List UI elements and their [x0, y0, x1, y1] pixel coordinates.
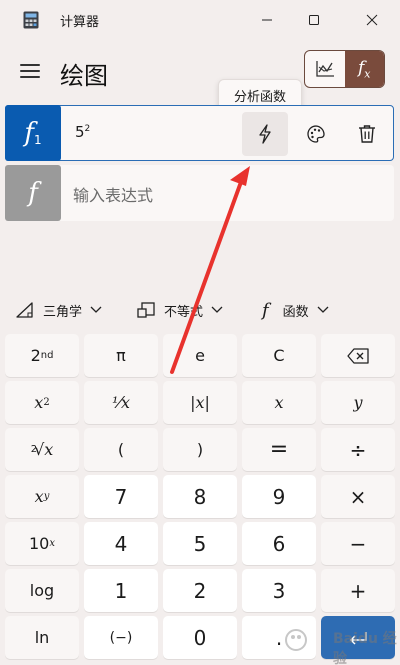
function-badge-1[interactable]: f1 — [5, 105, 61, 161]
function-row-2[interactable]: f 输入表达式 — [5, 165, 394, 221]
second-key[interactable]: 2nd — [5, 334, 79, 377]
digit-9-key[interactable]: 9 — [242, 475, 316, 518]
pi-key[interactable]: π — [84, 334, 158, 377]
trigonometry-dropdown[interactable]: 三角学 — [15, 297, 102, 323]
inequality-dropdown[interactable]: 不等式 — [136, 297, 223, 323]
square-root-key[interactable]: 2 √x — [5, 428, 79, 471]
left-paren-key[interactable]: ( — [84, 428, 158, 471]
triangle-ruler-icon — [16, 302, 33, 318]
calculator-icon — [23, 11, 39, 29]
chevron-down-icon — [211, 306, 223, 313]
negate-key[interactable]: (−) — [84, 616, 158, 659]
digit-2-key[interactable]: 2 — [163, 569, 237, 612]
digit-8-key[interactable]: 8 — [163, 475, 237, 518]
digit-7-key[interactable]: 7 — [84, 475, 158, 518]
mode-toggle: fx — [304, 50, 385, 88]
minus-key[interactable]: − — [321, 522, 395, 565]
digit-3-key[interactable]: 3 — [242, 569, 316, 612]
menu-button[interactable] — [19, 62, 41, 80]
function-row-1[interactable]: f1 52 — [5, 105, 394, 161]
maximize-icon — [309, 15, 319, 25]
ln-key[interactable]: ln — [5, 616, 79, 659]
line-style-button[interactable] — [293, 112, 339, 156]
trash-icon — [359, 125, 375, 143]
inequality-icon — [137, 302, 155, 318]
function-dropdown[interactable]: f 函数 — [262, 297, 329, 323]
lightning-icon — [259, 124, 271, 144]
multiply-key[interactable]: × — [321, 475, 395, 518]
chevron-down-icon — [317, 306, 329, 313]
minimize-icon — [262, 19, 272, 21]
absolute-value-key[interactable]: |x| — [163, 381, 237, 424]
graph-icon — [316, 61, 334, 77]
e-key[interactable]: e — [163, 334, 237, 377]
inequality-label: 不等式 — [164, 304, 204, 320]
x-variable-key[interactable]: x — [242, 381, 316, 424]
digit-4-key[interactable]: 4 — [84, 522, 158, 565]
expression-input[interactable]: 输入表达式 — [73, 182, 153, 206]
function-label: 函数 — [282, 304, 309, 320]
hamburger-icon — [20, 64, 40, 66]
digit-0-key[interactable]: 0 — [163, 616, 237, 659]
clear-key[interactable]: C — [242, 334, 316, 377]
divide-key[interactable]: ÷ — [321, 428, 395, 471]
title-bar: 计算器 — [0, 0, 400, 40]
equals-sign-key[interactable]: = — [242, 428, 316, 471]
y-variable-key[interactable]: y — [321, 381, 395, 424]
digit-1-key[interactable]: 1 — [84, 569, 158, 612]
function-badge-2[interactable]: f — [5, 165, 61, 221]
reciprocal-key[interactable]: ⅟x — [84, 381, 158, 424]
log-key[interactable]: log — [5, 569, 79, 612]
plus-key[interactable]: + — [321, 569, 395, 612]
close-icon — [366, 14, 378, 26]
x-power-y-key[interactable]: xy — [5, 475, 79, 518]
x-squared-key[interactable]: x2 — [5, 381, 79, 424]
function-mode-button[interactable]: fx — [344, 51, 384, 87]
digit-5-key[interactable]: 5 — [163, 522, 237, 565]
backspace-icon — [347, 347, 369, 364]
trigonometry-label: 三角学 — [43, 304, 83, 320]
function-expression[interactable]: 52 — [75, 123, 90, 141]
right-paren-key[interactable]: ) — [163, 428, 237, 471]
delete-function-button[interactable] — [344, 112, 390, 156]
backspace-key[interactable] — [321, 334, 395, 377]
palette-icon — [307, 125, 325, 143]
graph-mode-button[interactable] — [305, 51, 345, 87]
page-title: 绘图 — [60, 62, 108, 90]
close-button[interactable] — [356, 8, 388, 32]
function-f-icon: f — [262, 299, 269, 321]
chevron-down-icon — [90, 306, 102, 313]
fx-icon: fx — [357, 57, 371, 81]
ten-power-x-key[interactable]: 10 x — [5, 522, 79, 565]
digit-6-key[interactable]: 6 — [242, 522, 316, 565]
maximize-button[interactable] — [298, 8, 330, 32]
analyze-function-button[interactable] — [242, 112, 288, 156]
app-title: 计算器 — [60, 15, 100, 30]
annotation-arrow — [170, 166, 250, 374]
watermark-text: Baidu 经验 — [333, 631, 397, 665]
minimize-button[interactable] — [251, 8, 283, 32]
